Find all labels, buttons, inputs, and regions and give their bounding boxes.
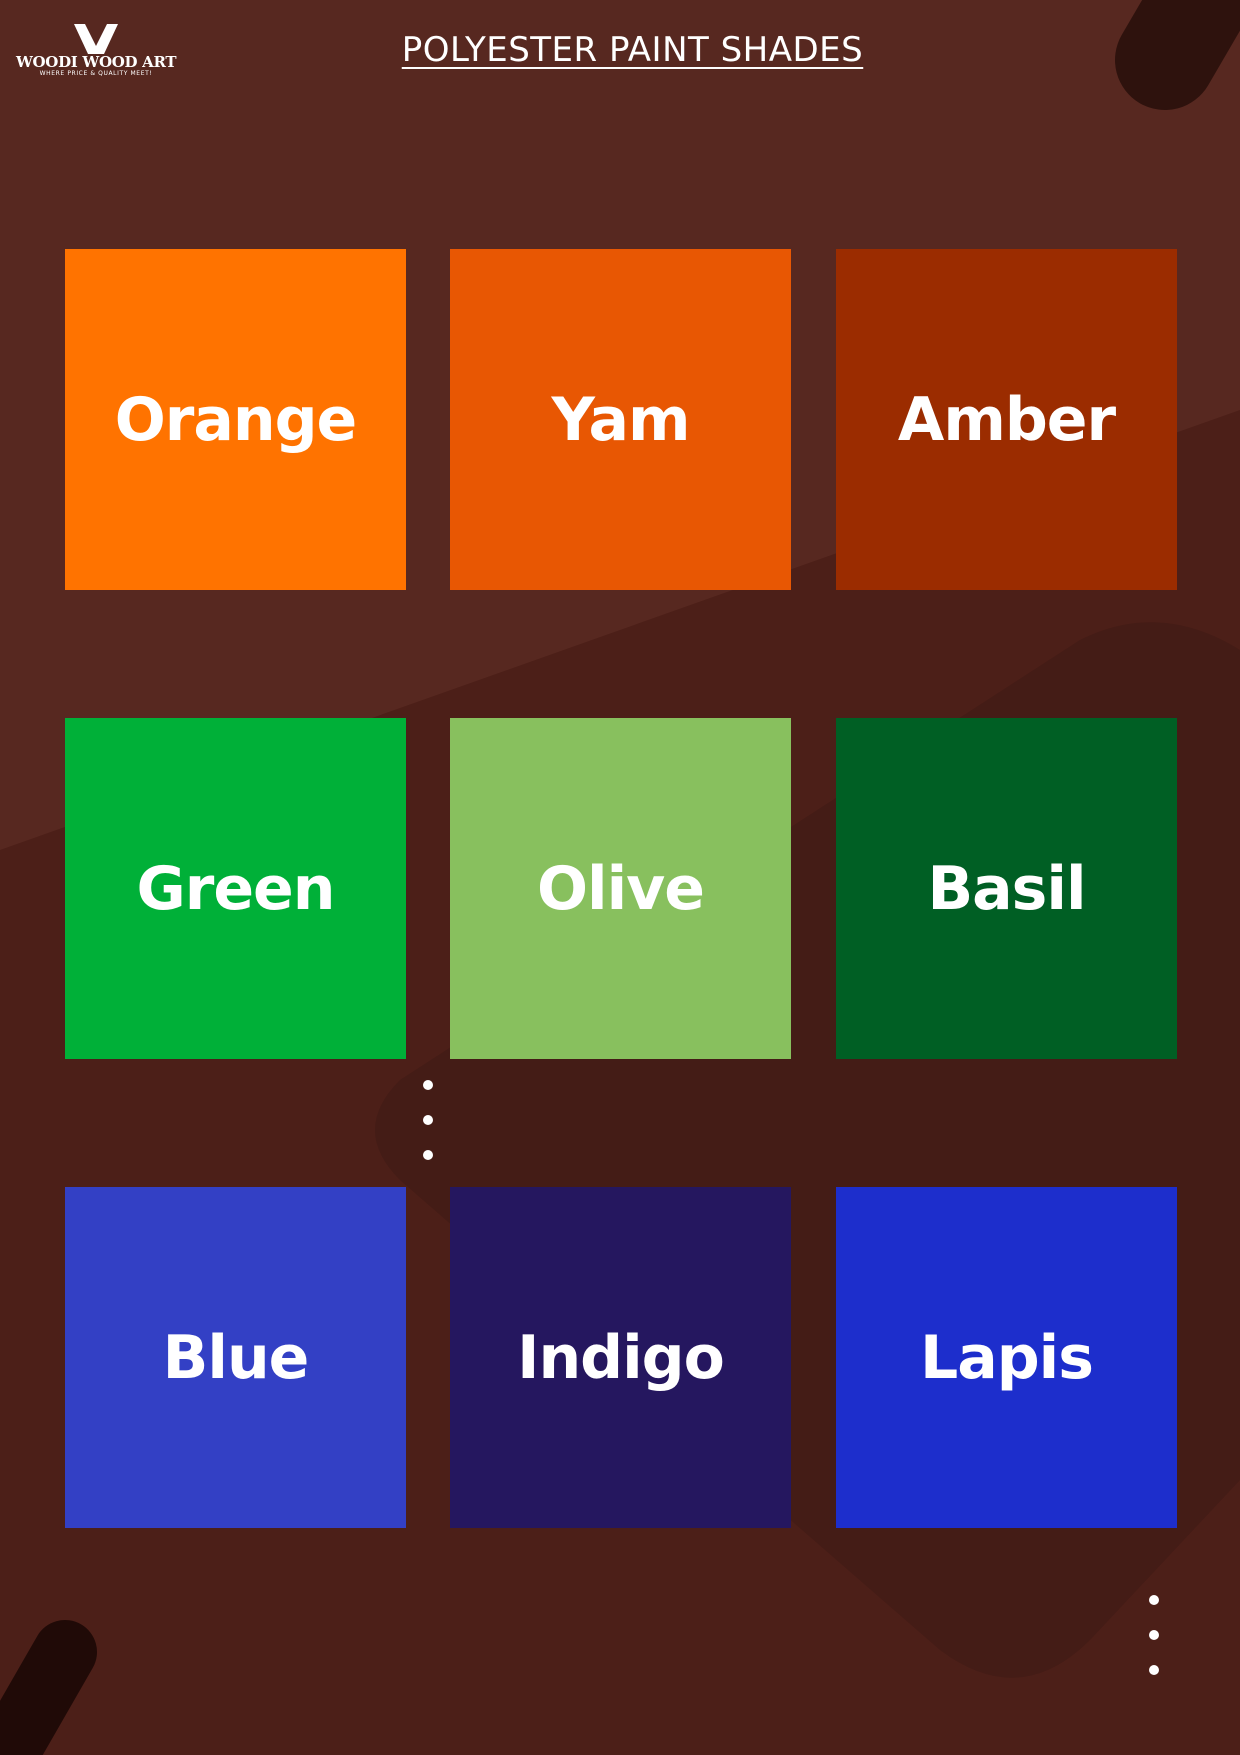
swatch-label: Lapis [920,1322,1094,1393]
w-logo-icon [74,24,118,54]
swatch-label: Indigo [517,1322,725,1393]
decorative-dot [423,1080,433,1090]
swatch-olive: Olive [450,718,791,1059]
page-title: POLYESTER PAINT SHADES [300,28,965,72]
swatch-basil: Basil [836,718,1177,1059]
swatch-green: Green [65,718,406,1059]
decorative-dot [1149,1595,1159,1605]
swatch-label: Green [136,853,336,924]
swatch-amber: Amber [836,249,1177,590]
swatch-label: Yam [551,384,691,455]
swatch-label: Olive [537,853,705,924]
decorative-dot [423,1150,433,1160]
brand-tagline: WHERE PRICE & QUALITY MEET! [39,70,153,77]
swatch-label: Blue [162,1322,310,1393]
decorative-dot [1149,1630,1159,1640]
brand-name: WOODI WOOD ART [16,53,177,71]
brand-logo: WOODI WOOD ART WHERE PRICE & QUALITY MEE… [16,22,177,78]
swatch-yam: Yam [450,249,791,590]
corner-pill-top-right [1115,0,1240,110]
page-title-text: POLYESTER PAINT SHADES [401,30,864,70]
swatch-label: Basil [927,853,1086,924]
decorative-dot [423,1115,433,1125]
swatch-lapis: Lapis [836,1187,1177,1528]
swatch-label: Amber [897,384,1116,455]
swatch-orange: Orange [65,249,406,590]
swatch-indigo: Indigo [450,1187,791,1528]
swatch-blue: Blue [65,1187,406,1528]
swatch-label: Orange [114,384,357,455]
decorative-dot [1149,1665,1159,1675]
